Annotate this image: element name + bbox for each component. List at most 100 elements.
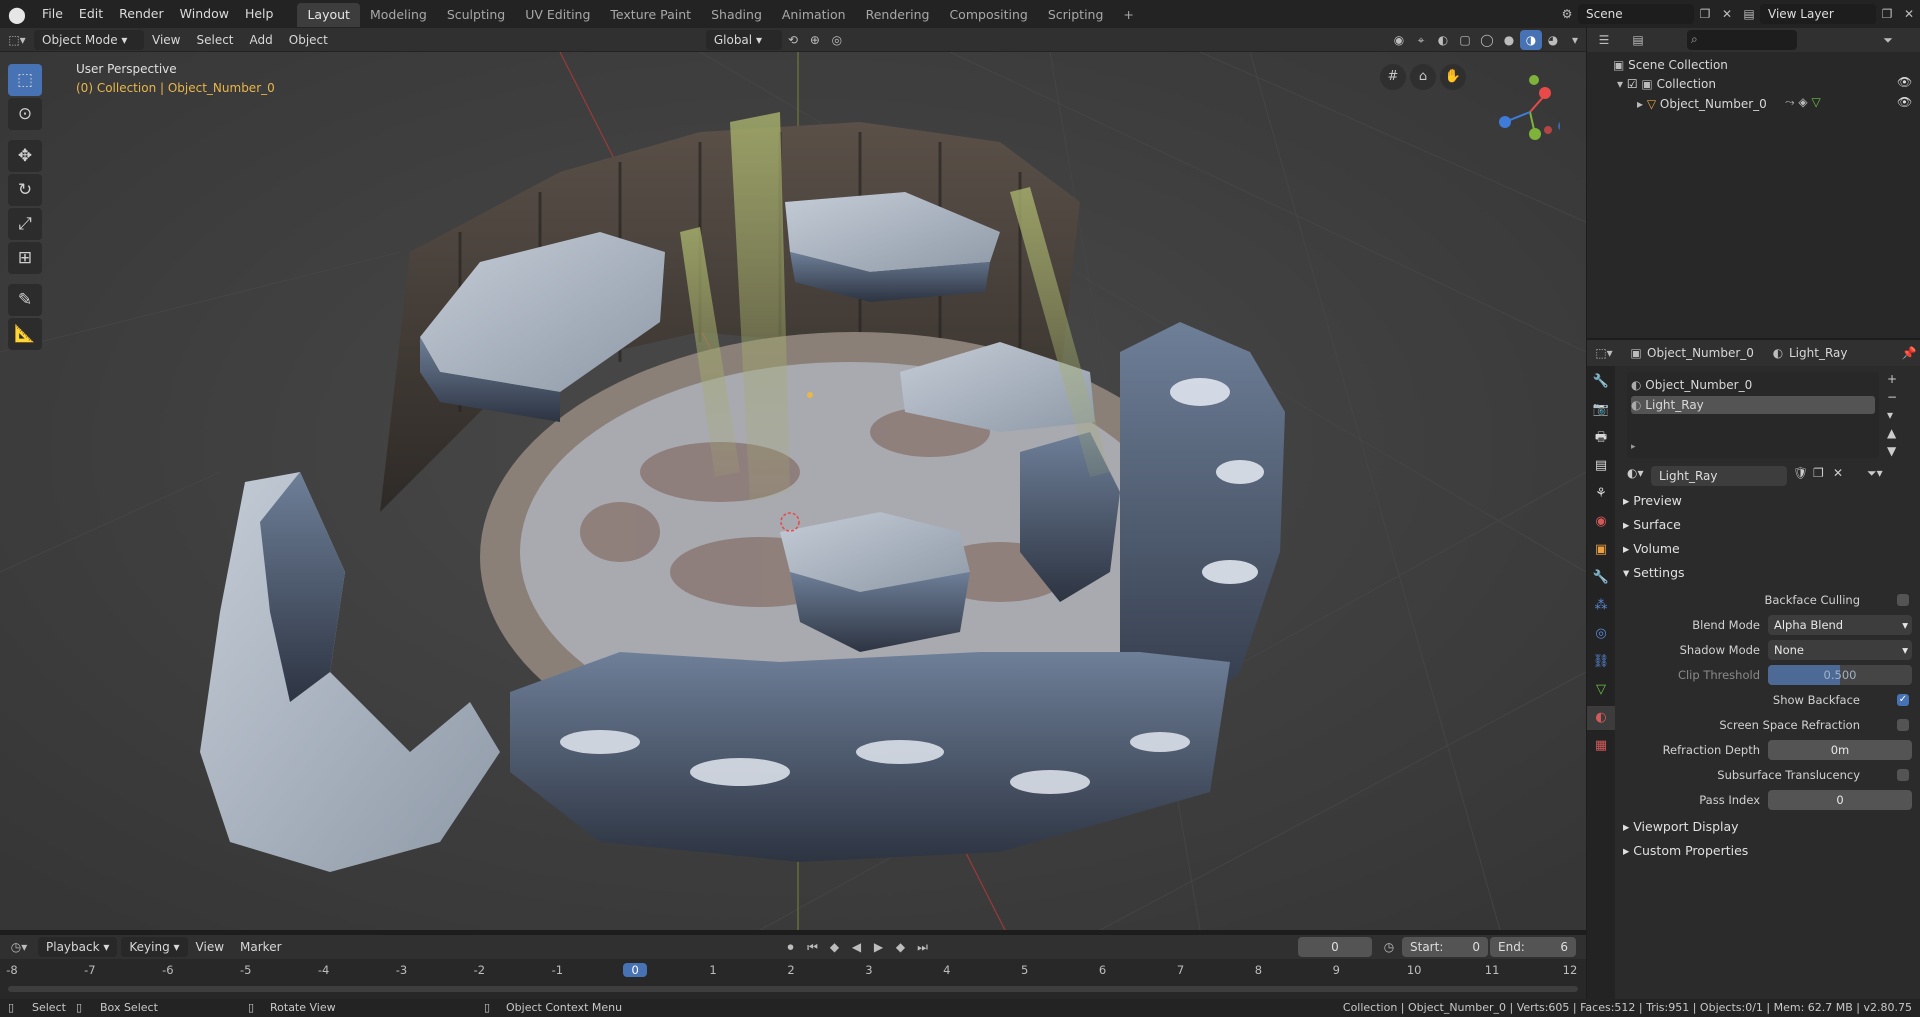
menu-help[interactable]: Help [237, 0, 282, 28]
list-item[interactable]: ◐ Object_Number_0 [1631, 376, 1875, 394]
next-keyframe-icon[interactable]: ◆ [890, 937, 912, 957]
shading-options-icon[interactable]: ▾ [1564, 30, 1586, 50]
show-backface-checkbox[interactable]: ✓ [1897, 694, 1909, 706]
timeline-menu-view[interactable]: View [188, 937, 232, 957]
prev-keyframe-icon[interactable]: ◆ [824, 937, 846, 957]
camera-view-icon[interactable]: ⌂ [1410, 64, 1436, 90]
delete-view-layer-icon[interactable]: ✕ [1898, 4, 1920, 24]
move-down-icon[interactable]: ▼ [1887, 442, 1897, 460]
panel-settings[interactable]: ▾ Settings [1623, 562, 1685, 584]
clip-threshold-slider[interactable]: 0.500 [1768, 665, 1912, 685]
menu-view[interactable]: View [144, 30, 188, 50]
view-layer-field[interactable]: View Layer [1760, 4, 1876, 24]
tab-rendering[interactable]: Rendering [856, 3, 940, 27]
scale-tool-icon[interactable]: ⤢ [8, 208, 42, 240]
scene-icon[interactable]: ⚙ [1556, 4, 1578, 24]
unlink-material-icon[interactable]: ✕ [1833, 466, 1843, 480]
pin-icon[interactable]: 📌 [1898, 343, 1920, 363]
tab-scripting[interactable]: Scripting [1038, 3, 1114, 27]
tree-item-scene-collection[interactable]: ▣ Scene Collection [1613, 55, 1728, 75]
ssr-checkbox[interactable] [1897, 719, 1909, 731]
proportional-edit-icon[interactable]: ◎ [826, 30, 848, 50]
jump-end-icon[interactable]: ⏭ [912, 937, 934, 957]
timeline-ruler[interactable]: -8 -7 -6 -5 -4 -3 -2 -1 0 1 2 3 4 5 6 7 8 9 10 11 12 [0, 959, 1586, 999]
record-icon[interactable]: ⏺ [780, 937, 802, 957]
new-scene-icon[interactable]: ❐ [1694, 4, 1716, 24]
tab-sculpting[interactable]: Sculpting [437, 3, 515, 27]
new-view-layer-icon[interactable]: ❐ [1876, 4, 1898, 24]
backface-culling-checkbox[interactable] [1897, 594, 1909, 606]
xray-icon[interactable]: ▢ [1454, 30, 1476, 50]
playback-dropdown[interactable]: Playback ▾ [38, 937, 118, 957]
tab-layout[interactable]: Layout [297, 3, 360, 27]
transform-tool-icon[interactable]: ⊞ [8, 242, 42, 274]
props-editor-type-icon[interactable]: ⬚▾ [1593, 343, 1615, 363]
tab-render-icon[interactable]: 📷 [1587, 398, 1615, 422]
tree-item-object[interactable]: ▸ ▽ Object_Number_0 [1637, 94, 1767, 114]
material-shading-icon[interactable]: ◑ [1520, 29, 1542, 50]
pivot-icon[interactable]: ⟲ [782, 30, 804, 50]
browse-material-icon[interactable]: ◐▾ [1627, 466, 1644, 480]
rendered-shading-icon[interactable]: ◕ [1542, 30, 1564, 50]
timeline-scrollbar[interactable] [0, 983, 1586, 995]
eye-icon[interactable]: 👁 [1897, 75, 1912, 89]
tab-output-icon[interactable]: 🖶 [1587, 426, 1615, 450]
move-tool-icon[interactable]: ✥ [8, 140, 42, 172]
current-frame-field[interactable]: 0 [1298, 937, 1372, 957]
play-reverse-icon[interactable]: ◀ [846, 937, 868, 957]
navigation-gizmo[interactable] [1490, 72, 1568, 142]
slot-specials-icon[interactable]: ▾ [1887, 406, 1897, 424]
menu-select[interactable]: Select [188, 30, 241, 50]
tree-item-collection[interactable]: ▾ ☑ ▣ Collection [1617, 74, 1716, 94]
editor-type-icon[interactable]: ⬚▾ [6, 30, 28, 50]
panel-custom-properties[interactable]: ▸ Custom Properties [1623, 840, 1748, 862]
playhead-frame-label[interactable]: 0 [623, 963, 648, 977]
expand-chevron-icon[interactable]: ▸ [1637, 97, 1647, 111]
tab-object-icon[interactable]: ▣ [1587, 538, 1615, 562]
move-up-icon[interactable]: ▲ [1887, 424, 1897, 442]
3d-viewport[interactable]: User Perspective (0) Collection | Object… [0, 52, 1586, 930]
menu-edit[interactable]: Edit [71, 0, 111, 28]
preview-range-icon[interactable]: ◷ [1378, 937, 1400, 957]
outliner-search-input[interactable] [1687, 30, 1797, 50]
refraction-depth-field[interactable]: 0m [1768, 740, 1912, 760]
remove-slot-icon[interactable]: − [1887, 388, 1897, 406]
end-frame-field[interactable]: End: 6 [1490, 937, 1576, 957]
expand-chevron-icon[interactable]: ▾ [1617, 77, 1627, 91]
timeline-menu-marker[interactable]: Marker [232, 937, 289, 957]
scene-name-field[interactable]: Scene [1578, 4, 1694, 24]
view-layer-icon[interactable]: ▤ [1738, 4, 1760, 24]
menu-file[interactable]: File [34, 0, 71, 28]
menu-add[interactable]: Add [242, 30, 281, 50]
snap-icon[interactable]: ⊕ [804, 30, 826, 50]
select-box-tool-icon[interactable]: ⬚ [8, 64, 42, 96]
checkbox-icon[interactable]: ☑ [1627, 77, 1642, 91]
mode-dropdown[interactable]: Object Mode ▾ [34, 29, 144, 50]
duplicate-material-icon[interactable]: ❐ [1813, 466, 1824, 480]
menu-render[interactable]: Render [111, 0, 172, 28]
list-item-active[interactable]: ◐ Light_Ray [1631, 396, 1875, 414]
rotate-tool-icon[interactable]: ↻ [8, 174, 42, 206]
link-dropdown-icon[interactable]: ⏷▾ [1867, 466, 1883, 481]
orientation-dropdown[interactable]: Global ▾ [705, 29, 782, 50]
menu-window[interactable]: Window [172, 0, 237, 28]
panel-viewport-display[interactable]: ▸ Viewport Display [1623, 816, 1739, 838]
axis-gizmo-icon[interactable] [1490, 72, 1568, 142]
pan-view-icon[interactable]: ✋ [1440, 64, 1466, 90]
wireframe-shading-icon[interactable]: ◯ [1476, 30, 1498, 50]
scrollbar-thumb[interactable] [8, 986, 1578, 992]
panel-volume[interactable]: ▸ Volume [1623, 538, 1680, 560]
menu-object[interactable]: Object [281, 30, 336, 50]
eye-icon[interactable]: 👁 [1897, 95, 1912, 109]
tab-texture-paint[interactable]: Texture Paint [600, 3, 701, 27]
blender-logo-icon[interactable]: ⬤ [0, 5, 34, 24]
tab-shading[interactable]: Shading [701, 3, 772, 27]
pass-index-field[interactable]: 0 [1768, 790, 1912, 810]
keying-dropdown[interactable]: Keying ▾ [121, 937, 188, 957]
subsurface-checkbox[interactable] [1897, 769, 1909, 781]
play-icon[interactable]: ▶ [868, 937, 890, 957]
tab-compositing[interactable]: Compositing [939, 3, 1037, 27]
annotate-tool-icon[interactable]: ✎ [8, 284, 42, 316]
panel-surface[interactable]: ▸ Surface [1623, 514, 1681, 536]
visibility-icon[interactable]: ◉ [1388, 30, 1410, 50]
